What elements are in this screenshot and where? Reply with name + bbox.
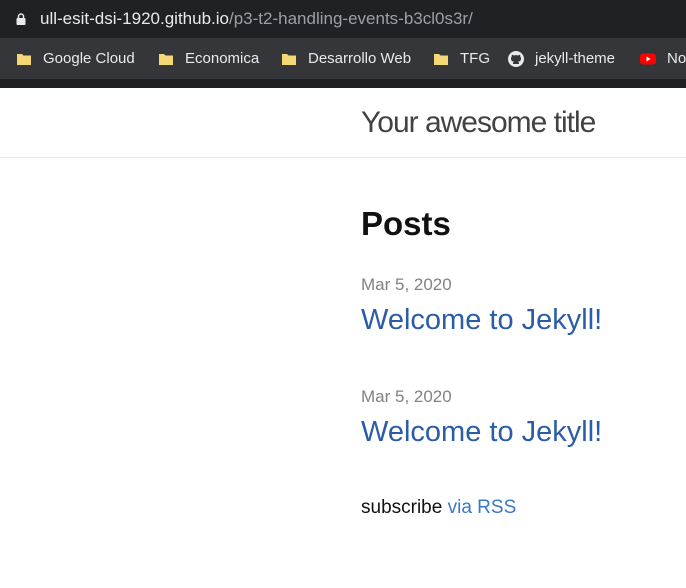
bookmark-jekyll-theme[interactable]: jekyll-theme (508, 38, 615, 79)
rss-link[interactable]: via RSS (448, 497, 517, 518)
posts-heading: Posts (361, 205, 451, 242)
bookmark-economica[interactable]: Economica (158, 38, 259, 79)
folder-icon (159, 53, 173, 65)
bookmark-google-cloud[interactable]: Google Cloud (16, 38, 135, 79)
folder-icon (434, 53, 448, 65)
bookmark-desarrollo-web[interactable]: Desarrollo Web (281, 38, 411, 79)
subscribe-line: subscribe via RSS (361, 497, 516, 519)
url-path: /p3-t2-handling-events-b3cl0s3r/ (229, 9, 473, 28)
youtube-icon (640, 53, 656, 64)
address-bar[interactable]: ull-esit-dsi-1920.github.io/p3-t2-handli… (0, 0, 686, 38)
site-title[interactable]: Your awesome title (361, 106, 596, 140)
bookmark-tfg[interactable]: TFG (433, 38, 490, 79)
subscribe-text: subscribe (361, 497, 443, 518)
bookmark-label: Economica (185, 50, 260, 67)
bookmark-youtube[interactable]: No (640, 38, 686, 79)
github-icon (508, 50, 524, 67)
folder-icon (17, 53, 31, 65)
toolbar-divider (0, 79, 686, 88)
post-link[interactable]: Welcome to Jekyll! (361, 416, 602, 449)
bookmark-label: No (667, 50, 686, 67)
bookmark-label: jekyll-theme (535, 50, 616, 67)
bookmark-label: Google Cloud (43, 50, 135, 67)
bookmark-label: Desarrollo Web (308, 50, 412, 67)
post-date: Mar 5, 2020 (361, 275, 452, 294)
bookmarks-bar: Google Cloud Economica Desarrollo Web TF… (0, 38, 686, 79)
url-host: ull-esit-dsi-1920.github.io (40, 9, 229, 28)
post-date: Mar 5, 2020 (361, 387, 452, 406)
site-header: Your awesome title (0, 88, 686, 158)
lock-icon (16, 13, 26, 25)
url-text[interactable]: ull-esit-dsi-1920.github.io/p3-t2-handli… (40, 8, 473, 30)
post-link[interactable]: Welcome to Jekyll! (361, 304, 602, 337)
bookmark-label: TFG (460, 50, 490, 67)
folder-icon (282, 53, 296, 65)
